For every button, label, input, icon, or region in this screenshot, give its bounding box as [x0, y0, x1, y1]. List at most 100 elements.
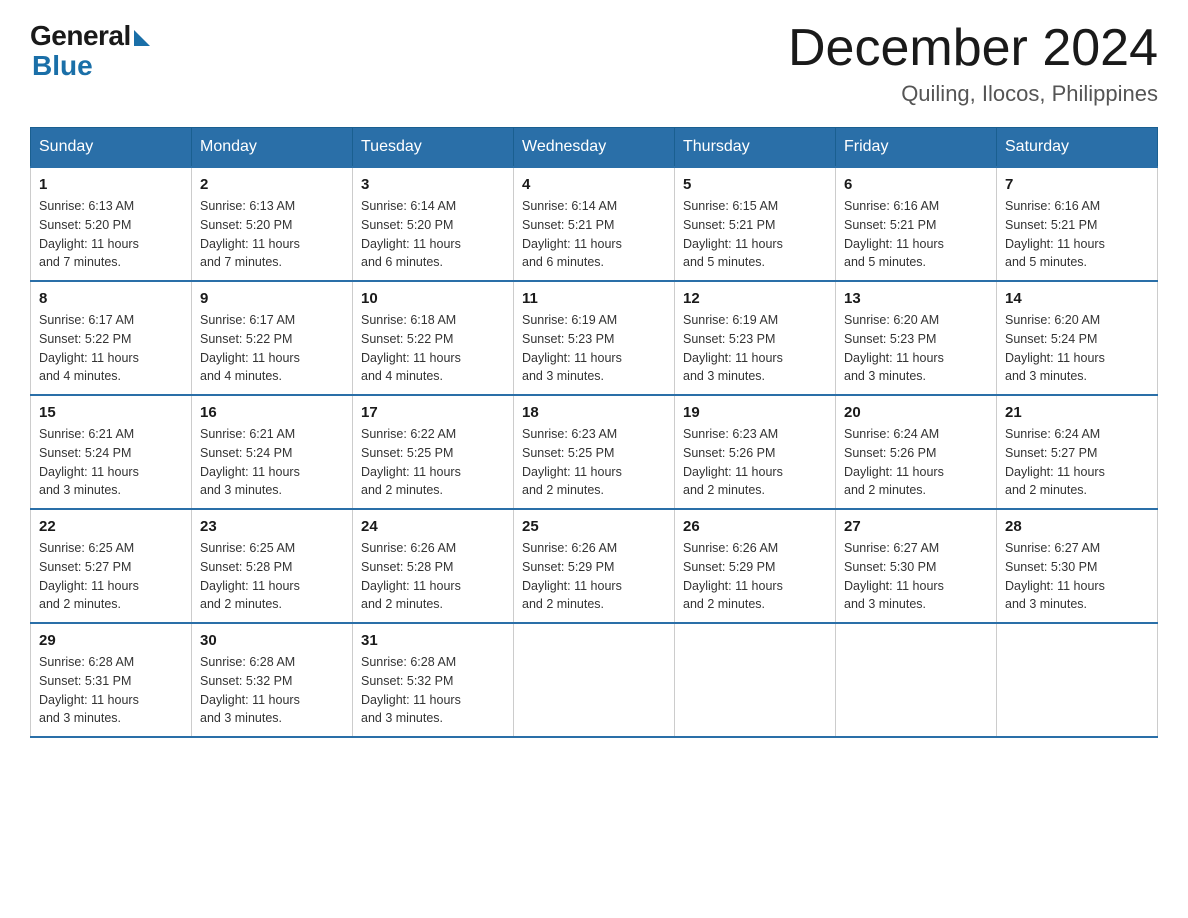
day-info: Sunrise: 6:24 AMSunset: 5:27 PMDaylight:…: [1005, 425, 1149, 500]
calendar-day-cell: 28 Sunrise: 6:27 AMSunset: 5:30 PMDayligh…: [997, 509, 1158, 623]
day-info: Sunrise: 6:28 AMSunset: 5:32 PMDaylight:…: [361, 653, 505, 728]
calendar-day-cell: 13 Sunrise: 6:20 AMSunset: 5:23 PMDayligh…: [836, 281, 997, 395]
day-info: Sunrise: 6:21 AMSunset: 5:24 PMDaylight:…: [200, 425, 344, 500]
day-number: 17: [361, 404, 505, 421]
calendar-day-cell: 23Sunrise: 6:25 AMSunset: 5:28 PMDayligh…: [192, 509, 353, 623]
calendar-day-cell: 17Sunrise: 6:22 AMSunset: 5:25 PMDayligh…: [353, 395, 514, 509]
day-number: 1: [39, 176, 183, 193]
calendar-day-cell: [997, 623, 1158, 737]
day-info: Sunrise: 6:13 AMSunset: 5:20 PMDaylight:…: [200, 197, 344, 272]
calendar-day-cell: 24Sunrise: 6:26 AMSunset: 5:28 PMDayligh…: [353, 509, 514, 623]
calendar-day-header: Wednesday: [514, 128, 675, 168]
calendar-day-cell: 8 Sunrise: 6:17 AMSunset: 5:22 PMDaylight…: [31, 281, 192, 395]
calendar-day-cell: [836, 623, 997, 737]
calendar-table: SundayMondayTuesdayWednesdayThursdayFrid…: [30, 127, 1158, 738]
day-info: Sunrise: 6:23 AMSunset: 5:26 PMDaylight:…: [683, 425, 827, 500]
logo-general-text: General: [30, 20, 131, 52]
calendar-day-cell: 5Sunrise: 6:15 AMSunset: 5:21 PMDaylight…: [675, 167, 836, 281]
logo: General Blue: [30, 20, 150, 82]
calendar-day-header: Monday: [192, 128, 353, 168]
calendar-week-row: 15 Sunrise: 6:21 AMSunset: 5:24 PMDayligh…: [31, 395, 1158, 509]
day-info: Sunrise: 6:26 AMSunset: 5:29 PMDaylight:…: [683, 539, 827, 614]
calendar-day-cell: 7 Sunrise: 6:16 AMSunset: 5:21 PMDaylight…: [997, 167, 1158, 281]
day-number: 10: [361, 290, 505, 307]
location-title: Quiling, Ilocos, Philippines: [788, 81, 1158, 107]
calendar-day-header: Saturday: [997, 128, 1158, 168]
calendar-day-cell: 10Sunrise: 6:18 AMSunset: 5:22 PMDayligh…: [353, 281, 514, 395]
day-info: Sunrise: 6:17 AMSunset: 5:22 PMDaylight:…: [200, 311, 344, 386]
day-number: 11: [522, 290, 666, 307]
day-info: Sunrise: 6:23 AMSunset: 5:25 PMDaylight:…: [522, 425, 666, 500]
calendar-day-header: Friday: [836, 128, 997, 168]
logo-arrow-icon: [134, 30, 150, 46]
day-info: Sunrise: 6:20 AMSunset: 5:24 PMDaylight:…: [1005, 311, 1149, 386]
day-info: Sunrise: 6:16 AMSunset: 5:21 PMDaylight:…: [1005, 197, 1149, 272]
calendar-day-cell: 16 Sunrise: 6:21 AMSunset: 5:24 PMDayligh…: [192, 395, 353, 509]
calendar-header-row: SundayMondayTuesdayWednesdayThursdayFrid…: [31, 128, 1158, 168]
calendar-day-cell: 29 Sunrise: 6:28 AMSunset: 5:31 PMDayligh…: [31, 623, 192, 737]
day-number: 7: [1005, 176, 1149, 193]
calendar-day-cell: 11 Sunrise: 6:19 AMSunset: 5:23 PMDayligh…: [514, 281, 675, 395]
day-number: 15: [39, 404, 183, 421]
day-number: 9: [200, 290, 344, 307]
day-number: 31: [361, 632, 505, 649]
calendar-day-cell: 30 Sunrise: 6:28 AMSunset: 5:32 PMDayligh…: [192, 623, 353, 737]
page-header: General Blue December 2024 Quiling, Iloc…: [30, 20, 1158, 107]
calendar-day-cell: 31 Sunrise: 6:28 AMSunset: 5:32 PMDayligh…: [353, 623, 514, 737]
day-info: Sunrise: 6:28 AMSunset: 5:32 PMDaylight:…: [200, 653, 344, 728]
day-number: 16: [200, 404, 344, 421]
day-number: 25: [522, 518, 666, 535]
calendar-day-cell: 6Sunrise: 6:16 AMSunset: 5:21 PMDaylight…: [836, 167, 997, 281]
calendar-day-cell: 20 Sunrise: 6:24 AMSunset: 5:26 PMDayligh…: [836, 395, 997, 509]
day-info: Sunrise: 6:27 AMSunset: 5:30 PMDaylight:…: [1005, 539, 1149, 614]
day-info: Sunrise: 6:13 AMSunset: 5:20 PMDaylight:…: [39, 197, 183, 272]
calendar-day-cell: 4 Sunrise: 6:14 AMSunset: 5:21 PMDaylight…: [514, 167, 675, 281]
day-number: 13: [844, 290, 988, 307]
calendar-week-row: 29 Sunrise: 6:28 AMSunset: 5:31 PMDayligh…: [31, 623, 1158, 737]
calendar-day-cell: 22Sunrise: 6:25 AMSunset: 5:27 PMDayligh…: [31, 509, 192, 623]
day-number: 12: [683, 290, 827, 307]
day-info: Sunrise: 6:16 AMSunset: 5:21 PMDaylight:…: [844, 197, 988, 272]
calendar-day-cell: 27Sunrise: 6:27 AMSunset: 5:30 PMDayligh…: [836, 509, 997, 623]
calendar-week-row: 8 Sunrise: 6:17 AMSunset: 5:22 PMDaylight…: [31, 281, 1158, 395]
day-info: Sunrise: 6:20 AMSunset: 5:23 PMDaylight:…: [844, 311, 988, 386]
day-number: 22: [39, 518, 183, 535]
calendar-day-cell: 12Sunrise: 6:19 AMSunset: 5:23 PMDayligh…: [675, 281, 836, 395]
day-info: Sunrise: 6:15 AMSunset: 5:21 PMDaylight:…: [683, 197, 827, 272]
day-number: 28: [1005, 518, 1149, 535]
calendar-day-cell: 2 Sunrise: 6:13 AMSunset: 5:20 PMDaylight…: [192, 167, 353, 281]
day-number: 8: [39, 290, 183, 307]
calendar-day-cell: 26 Sunrise: 6:26 AMSunset: 5:29 PMDayligh…: [675, 509, 836, 623]
day-info: Sunrise: 6:26 AMSunset: 5:29 PMDaylight:…: [522, 539, 666, 614]
calendar-day-cell: 14 Sunrise: 6:20 AMSunset: 5:24 PMDayligh…: [997, 281, 1158, 395]
calendar-day-cell: 3Sunrise: 6:14 AMSunset: 5:20 PMDaylight…: [353, 167, 514, 281]
day-info: Sunrise: 6:24 AMSunset: 5:26 PMDaylight:…: [844, 425, 988, 500]
day-info: Sunrise: 6:27 AMSunset: 5:30 PMDaylight:…: [844, 539, 988, 614]
calendar-day-cell: 21 Sunrise: 6:24 AMSunset: 5:27 PMDayligh…: [997, 395, 1158, 509]
day-number: 29: [39, 632, 183, 649]
day-info: Sunrise: 6:19 AMSunset: 5:23 PMDaylight:…: [522, 311, 666, 386]
day-number: 19: [683, 404, 827, 421]
calendar-week-row: 22Sunrise: 6:25 AMSunset: 5:27 PMDayligh…: [31, 509, 1158, 623]
day-number: 30: [200, 632, 344, 649]
calendar-day-header: Sunday: [31, 128, 192, 168]
day-number: 20: [844, 404, 988, 421]
calendar-day-cell: [675, 623, 836, 737]
logo-blue-text: Blue: [32, 50, 93, 82]
month-title: December 2024: [788, 20, 1158, 77]
day-number: 26: [683, 518, 827, 535]
day-number: 18: [522, 404, 666, 421]
calendar-day-cell: 15Sunrise: 6:21 AMSunset: 5:24 PMDayligh…: [31, 395, 192, 509]
day-info: Sunrise: 6:14 AMSunset: 5:21 PMDaylight:…: [522, 197, 666, 272]
day-number: 4: [522, 176, 666, 193]
calendar-day-cell: 18 Sunrise: 6:23 AMSunset: 5:25 PMDayligh…: [514, 395, 675, 509]
day-number: 21: [1005, 404, 1149, 421]
day-number: 23: [200, 518, 344, 535]
day-info: Sunrise: 6:17 AMSunset: 5:22 PMDaylight:…: [39, 311, 183, 386]
day-number: 2: [200, 176, 344, 193]
calendar-day-cell: [514, 623, 675, 737]
day-info: Sunrise: 6:28 AMSunset: 5:31 PMDaylight:…: [39, 653, 183, 728]
calendar-day-header: Thursday: [675, 128, 836, 168]
calendar-day-cell: 9 Sunrise: 6:17 AMSunset: 5:22 PMDaylight…: [192, 281, 353, 395]
day-number: 14: [1005, 290, 1149, 307]
